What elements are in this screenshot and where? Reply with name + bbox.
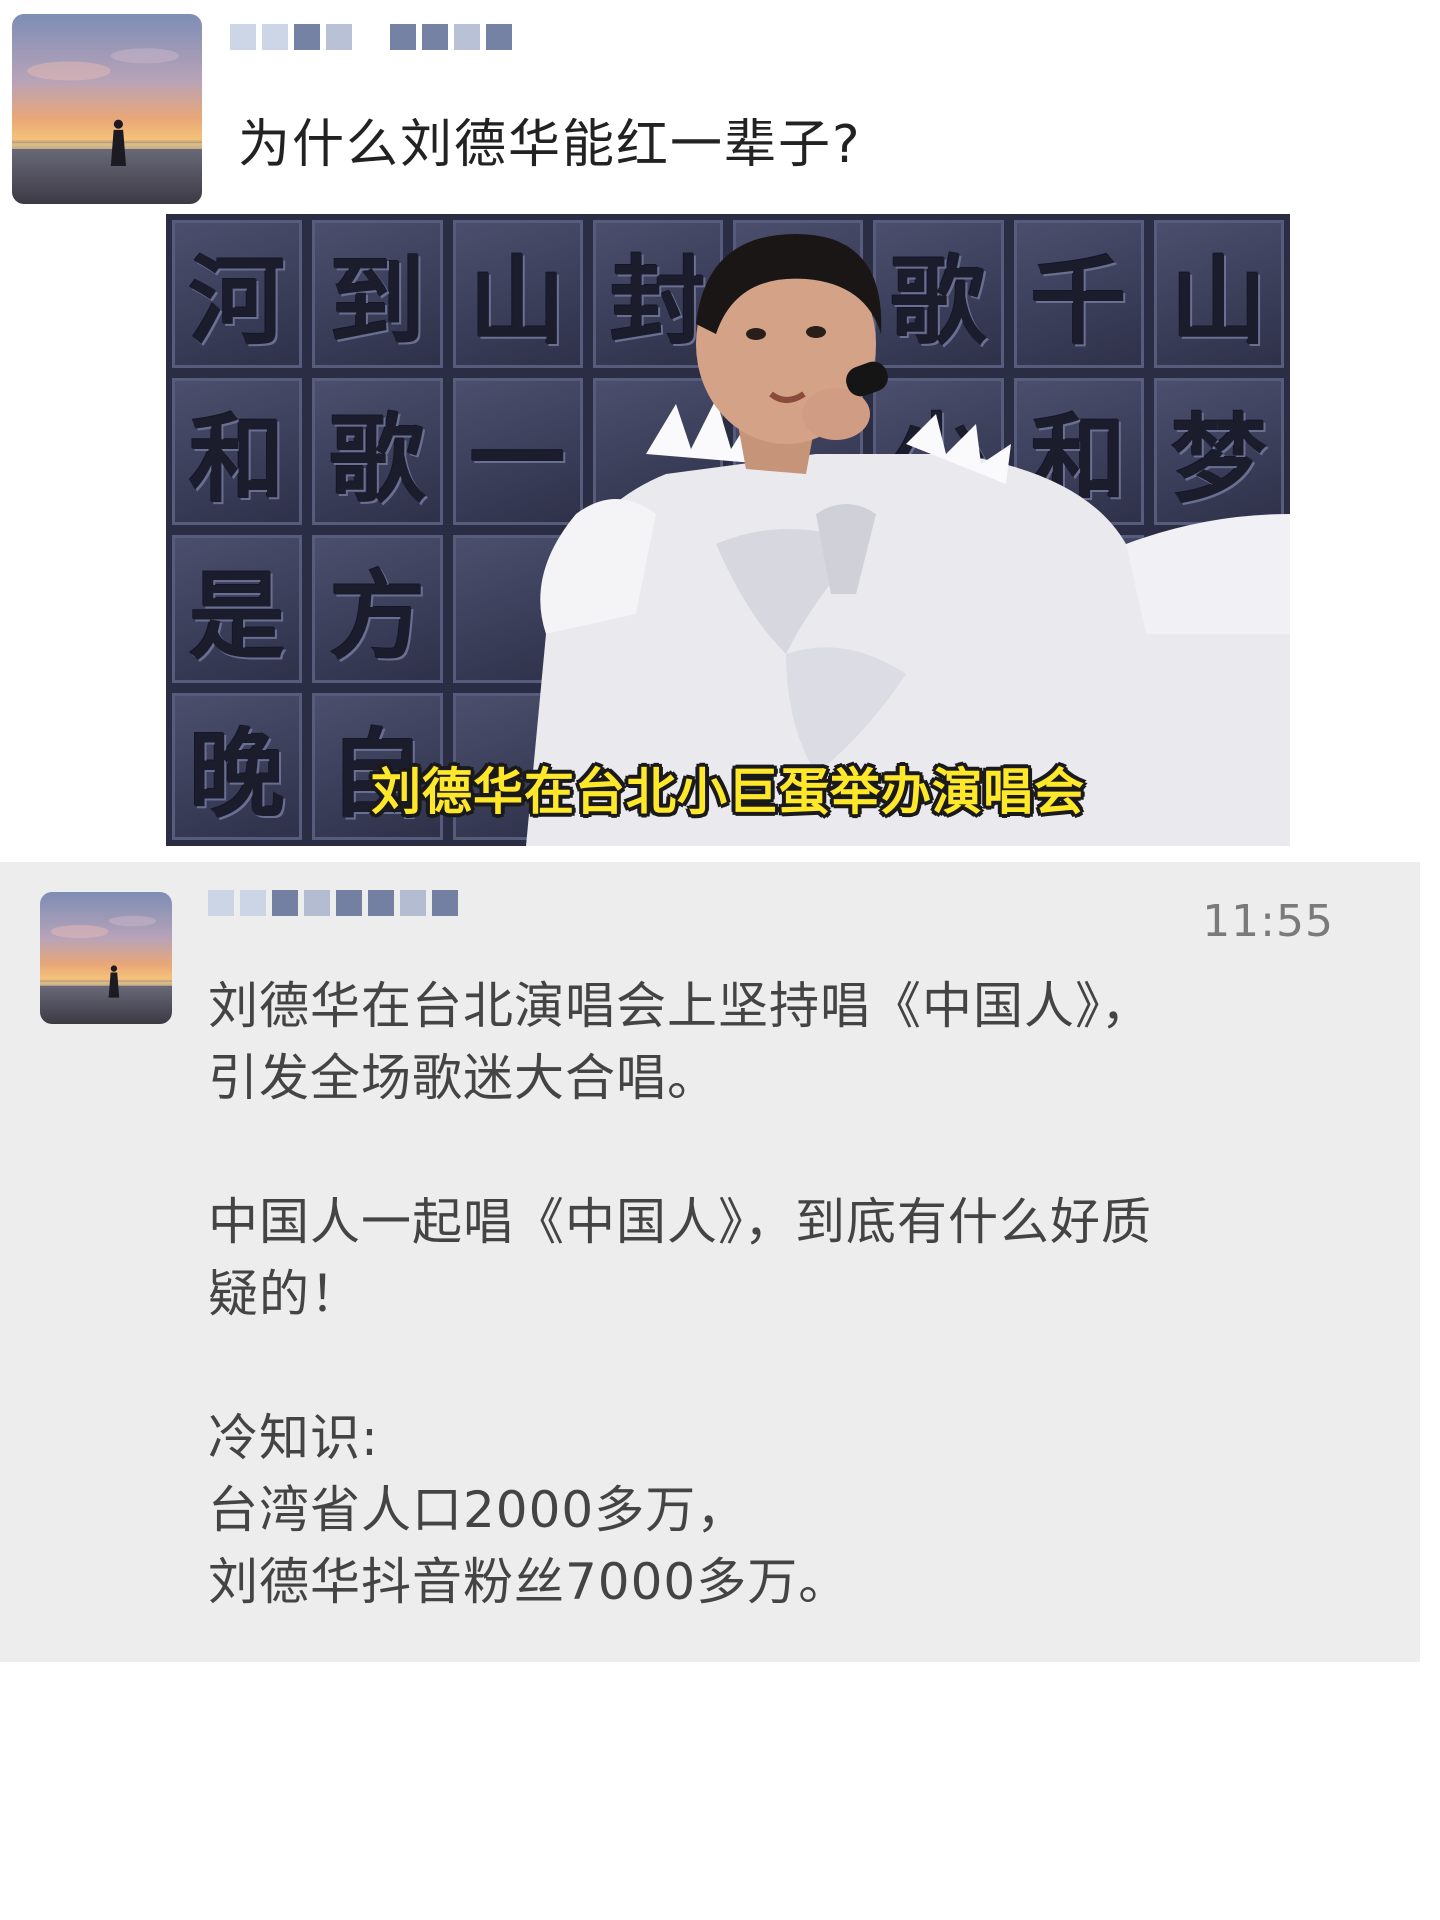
wall-character-tile: 到 [312,220,443,368]
post-text-line: 刘德华在台北演唱会上坚持唱《中国人》， [208,977,1152,1035]
post-question: 为什么刘德华能红一辈子? [238,115,862,175]
sunset-beach-avatar-icon [40,892,172,1024]
post-image[interactable]: 河到山封歌千山和歌一少和梦是方晚自 刘德华在台北小巨蛋举办演唱会 [166,214,1290,846]
post-text-line: 刘德华抖音粉丝7000多万。 [208,1553,850,1611]
avatar[interactable] [12,14,202,204]
wall-character-tile: 是 [172,535,303,683]
post-paragraph: 刘德华在台北演唱会上坚持唱《中国人》， 引发全场歌迷大合唱。 [208,970,1348,1114]
post-text-line: 引发全场歌迷大合唱。 [208,1049,718,1107]
post-text-line: 冷知识: [208,1409,379,1467]
post-text-line: 中国人一起唱《中国人》，到底有什么好质 [208,1193,1152,1251]
image-caption: 刘德华在台北小巨蛋举办演唱会 [371,763,1085,821]
wall-character-tile: 河 [172,220,303,368]
post-text-line: 疑的！ [208,1265,361,1323]
wall-character-tile: 和 [172,377,303,525]
post-body: 刘德华在台北演唱会上坚持唱《中国人》， 引发全场歌迷大合唱。中国人一起唱《中国人》… [208,970,1348,1618]
author-name-blurred[interactable] [208,890,458,916]
avatar[interactable] [40,892,172,1024]
post-text-line: 台湾省人口2000多万， [208,1481,748,1539]
post-2: 11:55 刘德华在台北演唱会上坚持唱《中国人》， 引发全场歌迷大合唱。中国人一起… [0,862,1420,1662]
post-timestamp: 11:55 [1202,896,1334,947]
author-name-blurred[interactable] [230,24,512,50]
sunset-beach-avatar-icon [12,14,202,204]
post-1: 为什么刘德华能红一辈子? 河到山封歌千山和歌一少和梦是方晚自 [0,0,1440,860]
post-paragraph: 冷知识: 台湾省人口2000多万， 刘德华抖音粉丝7000多万。 [208,1402,1348,1618]
wall-character-tile: 歌 [312,377,443,525]
wall-character-tile: 方 [312,535,443,683]
post-paragraph: 中国人一起唱《中国人》，到底有什么好质 疑的！ [208,1186,1348,1330]
